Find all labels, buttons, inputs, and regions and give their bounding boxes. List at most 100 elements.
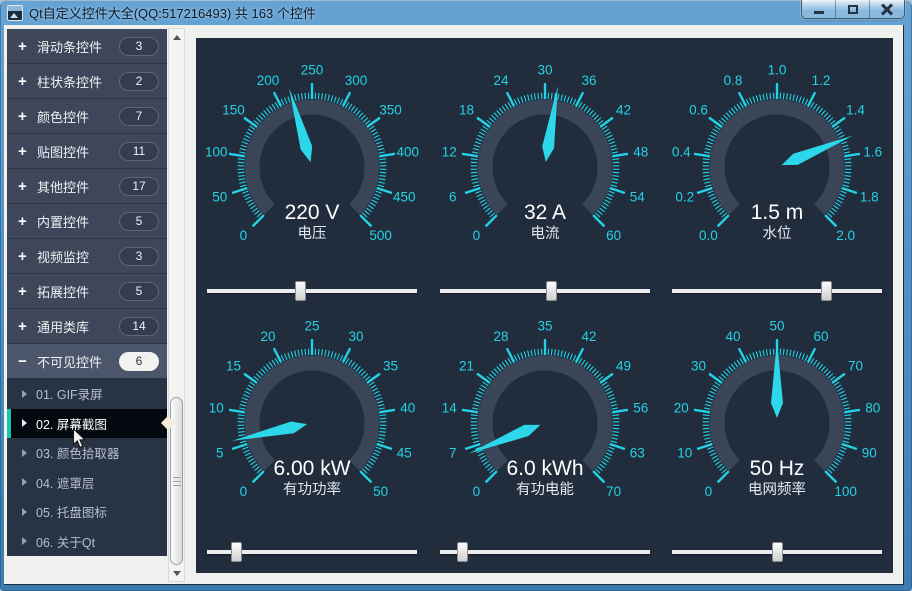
sidebar-group-3[interactable]: +颜色控件7 (7, 99, 167, 134)
gauge-tick-label: 2.0 (836, 228, 855, 243)
gauge-minor-tick (708, 138, 714, 140)
gauge-minor-tick (374, 194, 380, 197)
gauge-minor-tick (705, 185, 711, 187)
gauge-ring (485, 363, 605, 465)
slider-handle[interactable] (457, 542, 468, 562)
slider-active-power[interactable] (207, 542, 417, 562)
gauge-minor-tick (601, 461, 606, 465)
gauge-minor-tick (482, 126, 487, 130)
sidebar-item-6[interactable]: 06. 关于Qt (7, 527, 167, 557)
gauge-minor-tick (369, 126, 374, 130)
gauge-minor-tick (485, 208, 490, 212)
gauge-minor-tick (589, 366, 593, 371)
slider-voltage[interactable] (207, 281, 417, 301)
gauge-minor-tick (703, 432, 709, 433)
gauge-minor-tick (826, 371, 831, 376)
gauge-minor-tick (705, 148, 711, 150)
slider-current[interactable] (440, 281, 650, 301)
slider-handle[interactable] (295, 281, 306, 301)
gauge-minor-tick (364, 210, 369, 214)
gauge-minor-tick (472, 438, 478, 439)
gauge-tick-label: 42 (581, 329, 596, 344)
slider-handle[interactable] (821, 281, 832, 301)
gauge-voltage: 050100150200250300350400450500220 V电压 (202, 57, 422, 277)
gauge-minor-tick (611, 152, 617, 153)
gauge-minor-tick (578, 358, 581, 364)
gauge-minor-tick (255, 466, 260, 470)
gauge-minor-tick (480, 385, 486, 388)
gauge-minor-tick (605, 388, 611, 391)
sidebar-scrollbar[interactable] (168, 28, 185, 582)
scroll-up-button[interactable] (169, 29, 184, 45)
gauge-major-tick (593, 471, 604, 482)
gauge-major-tick (612, 410, 628, 413)
gauge-minor-tick (483, 461, 488, 465)
scroll-down-button[interactable] (169, 565, 184, 581)
gauge-minor-tick (517, 354, 519, 360)
slider-water-level[interactable] (672, 281, 882, 301)
gauge-minor-tick (760, 95, 762, 101)
gauge-minor-tick (567, 353, 569, 359)
sidebar-group-2[interactable]: +柱状条控件2 (7, 64, 167, 99)
sidebar-item-4[interactable]: 04. 遮罩层 (7, 468, 167, 498)
gauge-minor-tick (726, 113, 730, 118)
close-button[interactable] (870, 0, 904, 18)
sidebar-group-5[interactable]: +其他控件17 (7, 169, 167, 204)
close-icon (881, 3, 893, 15)
slider-handle[interactable] (546, 281, 557, 301)
sidebar-group-1[interactable]: +滑动条控件3 (7, 29, 167, 64)
gauge-minor-tick (240, 441, 246, 443)
slider-track[interactable] (672, 289, 882, 293)
gauge-minor-tick (611, 435, 617, 436)
gauge-minor-tick (835, 459, 841, 462)
sidebar-item-3[interactable]: 03. 颜色拾取器 (7, 438, 167, 468)
sidebar-group-9[interactable]: +通用类库14 (7, 309, 167, 344)
slider-track[interactable] (440, 289, 650, 293)
gauge-tick-label: 40 (400, 400, 415, 415)
gauge-minor-tick (261, 113, 265, 118)
slider-handle[interactable] (231, 542, 242, 562)
gauge-tick-label: 28 (493, 329, 508, 344)
titlebar[interactable]: Qt自定义控件大全(QQ:517216493) 共 163 个控件 (0, 0, 912, 25)
gauge-minor-tick (560, 95, 562, 101)
slider-grid-frequency[interactable] (672, 542, 882, 562)
gauge-minor-tick (608, 142, 614, 144)
gauge-minor-tick (705, 441, 711, 443)
gauge-minor-tick (258, 115, 263, 120)
gauge-major-tick (367, 374, 380, 383)
gauge-major-tick (343, 92, 350, 106)
maximize-button[interactable] (836, 0, 870, 18)
gauge-minor-tick (787, 93, 788, 99)
child-label: 04. 遮罩层 (36, 473, 94, 492)
sidebar-group-6[interactable]: +内置控件5 (7, 204, 167, 239)
gauge-tick-label: 0.0 (699, 228, 718, 243)
gauge-value: 50 Hz (750, 457, 805, 480)
gauge-minor-tick (706, 145, 712, 147)
gauge-minor-tick (318, 349, 319, 355)
gauge-minor-tick (379, 432, 385, 433)
sidebar-group-7[interactable]: +视频监控3 (7, 239, 167, 274)
gauge-tick-label: 400 (397, 144, 420, 159)
slider-track[interactable] (440, 550, 650, 554)
sidebar-item-1[interactable]: 01. GIF录屏 (7, 379, 167, 409)
sidebar-item-2[interactable]: 02. 屏幕截图 (7, 409, 167, 439)
gauge-minor-tick (554, 349, 555, 355)
gauge-minor-tick (238, 159, 244, 160)
slider-active-energy[interactable] (440, 542, 650, 562)
sidebar-group-4[interactable]: +贴图控件11 (7, 134, 167, 169)
gauge-minor-tick (258, 371, 263, 376)
sidebar-item-5[interactable]: 05. 托盘图标 (7, 497, 167, 527)
sidebar-group-10[interactable]: −不可见控件6 (7, 344, 167, 379)
gauge-minor-tick (770, 93, 771, 99)
slider-track[interactable] (207, 289, 417, 293)
minimize-button[interactable] (802, 0, 836, 18)
gauge-tick-label: 56 (633, 400, 648, 415)
gauge-minor-tick (737, 360, 740, 365)
gauge-minor-tick (572, 355, 575, 361)
gauge-major-tick (253, 471, 264, 482)
gauge-minor-tick (502, 106, 506, 111)
arrow-right-icon (22, 419, 27, 427)
slider-handle[interactable] (772, 542, 783, 562)
gauge-minor-tick (239, 152, 245, 153)
sidebar-group-8[interactable]: +拓展控件5 (7, 274, 167, 309)
